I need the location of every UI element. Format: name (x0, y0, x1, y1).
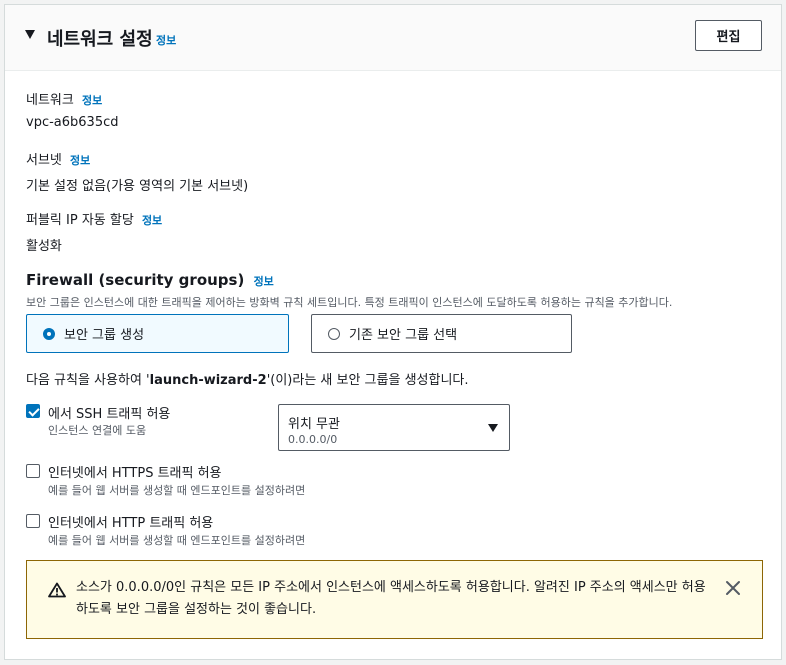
panel-title: 네트워크 설정 (47, 29, 153, 50)
close-icon[interactable] (724, 579, 742, 597)
edit-button[interactable]: 편집 (695, 20, 762, 51)
rule-description: 다음 규칙을 사용하여 'launch-wizard-2'(이)라는 새 보안 … (26, 373, 469, 388)
subnet-label: 서브넷 정보 (26, 153, 91, 168)
caret-down-icon[interactable] (25, 30, 35, 39)
firewall-info-link[interactable]: 정보 (254, 275, 274, 288)
network-info-link[interactable]: 정보 (82, 94, 102, 107)
select-existing-group-label: 기존 보안 그룹 선택 (349, 328, 458, 343)
public-ip-label: 퍼블릭 IP 자동 할당 정보 (26, 213, 163, 228)
warning-icon (48, 582, 66, 598)
firewall-title: Firewall (security groups) 정보 (26, 271, 274, 289)
caret-down-icon (488, 424, 498, 432)
create-security-group-option[interactable]: 보안 그룹 생성 (26, 314, 289, 353)
ssh-source-value: 0.0.0.0/0 (288, 433, 338, 446)
ssh-description: 인스턴스 연결에 도움 (48, 424, 147, 437)
ssh-source-label: 위치 무관 (288, 417, 340, 432)
ssh-source-select[interactable]: 위치 무관 0.0.0.0/0 (278, 404, 510, 451)
https-description: 예를 들어 웹 서버를 생성할 때 엔드포인트를 설정하려면 (48, 484, 306, 497)
create-security-group-label: 보안 그룹 생성 (64, 328, 145, 343)
https-label: 인터넷에서 HTTPS 트래픽 허용 (48, 466, 222, 481)
firewall-description: 보안 그룹은 인스턴스에 대한 트래픽을 제어하는 방화벽 규칙 세트입니다. … (26, 296, 673, 309)
subnet-value: 기본 설정 없음(가용 영역의 기본 서브넷) (26, 179, 249, 194)
network-settings-panel: 네트워크 설정 정보 편집 네트워크 정보 vpc-a6b635cd 서브넷 정… (4, 4, 782, 660)
panel-header: 네트워크 설정 정보 편집 (5, 5, 781, 71)
http-checkbox[interactable] (26, 514, 40, 528)
security-group-name: launch-wizard-2 (149, 373, 267, 388)
https-checkbox[interactable] (26, 464, 40, 478)
info-link[interactable]: 정보 (156, 32, 176, 48)
radio-selected-icon[interactable] (43, 327, 55, 340)
public-ip-info-link[interactable]: 정보 (142, 214, 162, 227)
network-value: vpc-a6b635cd (26, 115, 119, 130)
ssh-label: 에서 SSH 트래픽 허용 (48, 407, 171, 422)
warning-alert: 소스가 0.0.0.0/0인 규칙은 모든 IP 주소에서 인스턴스에 액세스하… (26, 560, 763, 639)
ssh-checkbox[interactable] (26, 404, 40, 418)
warning-message: 소스가 0.0.0.0/0인 규칙은 모든 IP 주소에서 인스턴스에 액세스하… (76, 580, 706, 617)
network-label: 네트워크 정보 (26, 93, 103, 108)
radio-unselected-icon[interactable] (328, 327, 340, 340)
http-description: 예를 들어 웹 서버를 생성할 때 엔드포인트를 설정하려면 (48, 534, 306, 547)
select-existing-group-option[interactable]: 기존 보안 그룹 선택 (311, 314, 572, 353)
http-label: 인터넷에서 HTTP 트래픽 허용 (48, 516, 214, 531)
public-ip-value: 활성화 (26, 239, 62, 254)
subnet-info-link[interactable]: 정보 (70, 154, 90, 167)
